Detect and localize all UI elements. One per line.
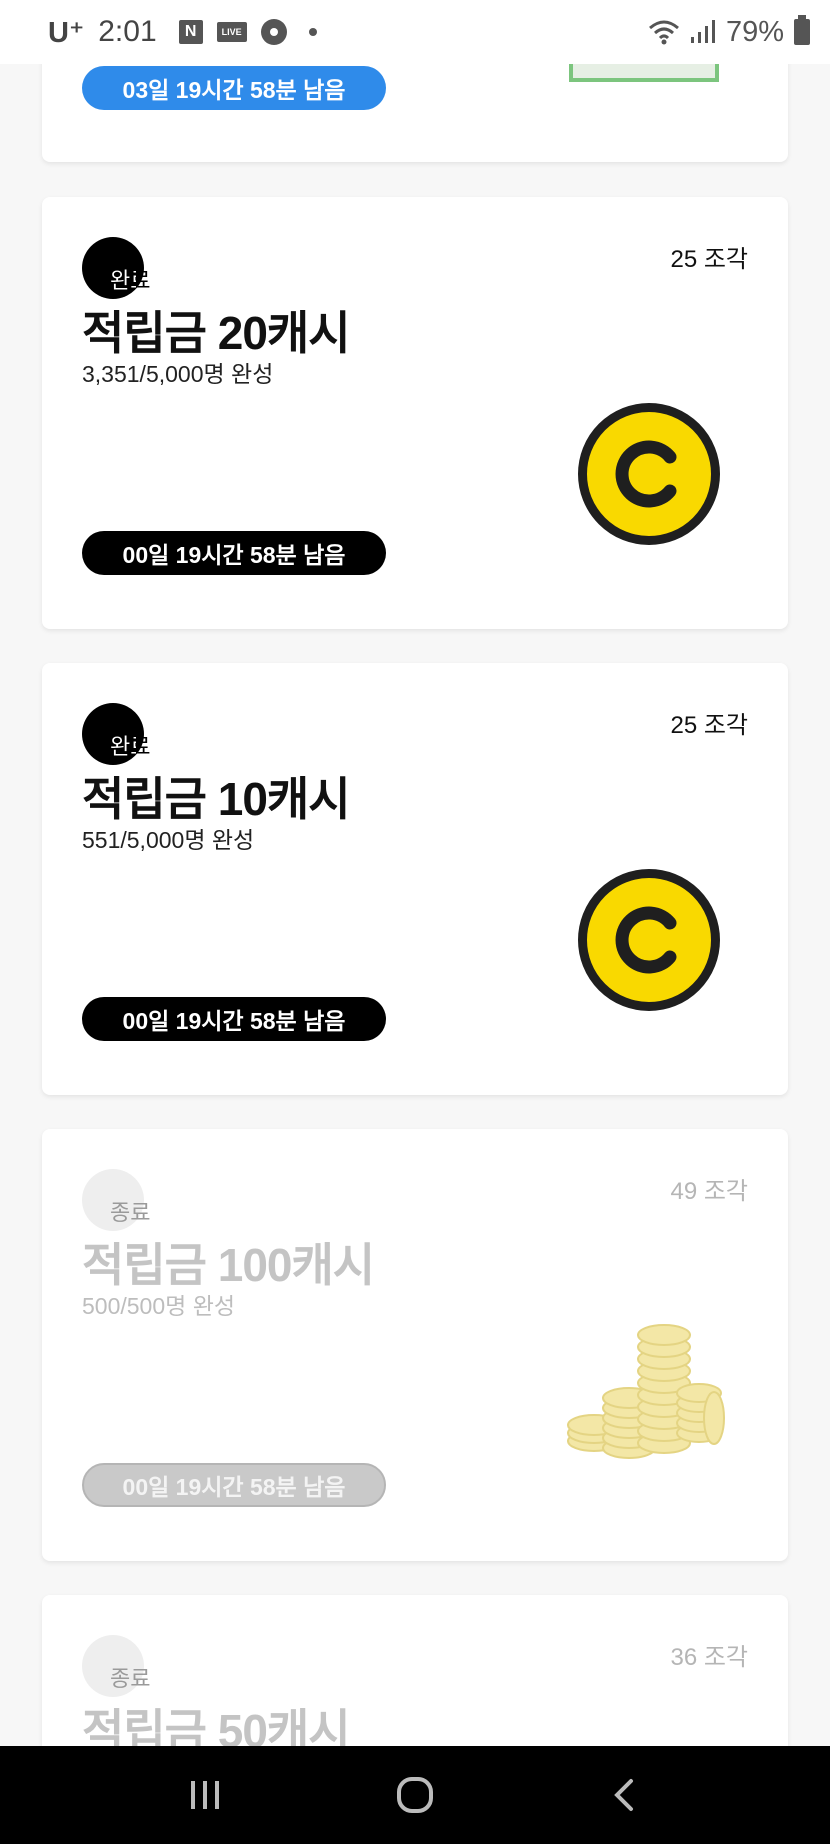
status-badge-label: 완료 [110, 263, 150, 295]
reward-title: 적립금 100캐시 [82, 1239, 375, 1291]
piece-count: 25 조각 [670, 246, 748, 273]
completion-count: 551/5,000명 완성 [82, 827, 255, 853]
status-bar: U⁺ 2:01 N LIVE 79% [0, 0, 830, 64]
event-card[interactable]: 완료 25 조각 적립금 20캐시 3,351/5,000명 완성 00일 19… [42, 197, 788, 629]
naver-notification-icon: N [178, 20, 203, 44]
carrier-label: U⁺ [48, 16, 85, 49]
recent-apps-icon [191, 1781, 219, 1809]
event-card[interactable]: 종료 36 조각 적립금 50캐시 [42, 1595, 788, 1746]
back-icon [614, 1779, 633, 1811]
cash-coin-icon [578, 403, 720, 545]
live-notification-icon: LIVE [216, 22, 247, 42]
back-button[interactable] [595, 1765, 655, 1825]
battery-percent: 79% [725, 15, 784, 48]
system-navigation-bar [0, 1746, 830, 1844]
time-remaining-pill: 00일 19시간 58분 남음 [82, 531, 386, 575]
status-badge-label: 완료 [110, 729, 150, 761]
signal-icon [690, 20, 715, 43]
app-screen: U⁺ 2:01 N LIVE 79% 03일 19시간 58분 남음 완료 25… [0, 0, 830, 1844]
reward-title: 적립금 50캐시 [82, 1705, 351, 1746]
home-button[interactable] [385, 1765, 445, 1825]
reward-title: 적립금 20캐시 [82, 307, 351, 359]
battery-icon [794, 15, 810, 45]
more-notifications-dot-icon [308, 28, 317, 36]
wifi-icon [648, 20, 679, 45]
gold-coins-stack-icon [567, 1324, 725, 1459]
completion-count: 500/500명 완성 [82, 1293, 236, 1319]
time-remaining-pill: 03일 19시간 58분 남음 [82, 66, 386, 110]
piece-count: 25 조각 [670, 712, 748, 739]
event-card[interactable]: 종료 49 조각 적립금 100캐시 500/500명 완성 00일 19시간 … [42, 1129, 788, 1561]
time-remaining-pill: 00일 19시간 58분 남음 [82, 1463, 386, 1507]
fan-notification-icon [260, 19, 287, 45]
reward-title: 적립금 10캐시 [82, 773, 351, 825]
piece-count: 49 조각 [670, 1178, 748, 1205]
home-icon [397, 1777, 433, 1813]
recent-apps-button[interactable] [175, 1765, 235, 1825]
completion-count: 3,351/5,000명 완성 [82, 361, 274, 387]
event-card[interactable]: 완료 25 조각 적립금 10캐시 551/5,000명 완성 00일 19시간… [42, 663, 788, 1095]
clock: 2:01 [98, 15, 157, 48]
piece-count: 36 조각 [670, 1644, 748, 1671]
status-badge-label: 종료 [110, 1200, 151, 1225]
time-remaining-pill: 00일 19시간 58분 남음 [82, 997, 386, 1041]
status-badge-label: 종료 [110, 1666, 151, 1691]
event-list[interactable]: 03일 19시간 58분 남음 완료 25 조각 적립금 20캐시 3,351/… [0, 0, 830, 1746]
cash-coin-icon [578, 869, 720, 1011]
